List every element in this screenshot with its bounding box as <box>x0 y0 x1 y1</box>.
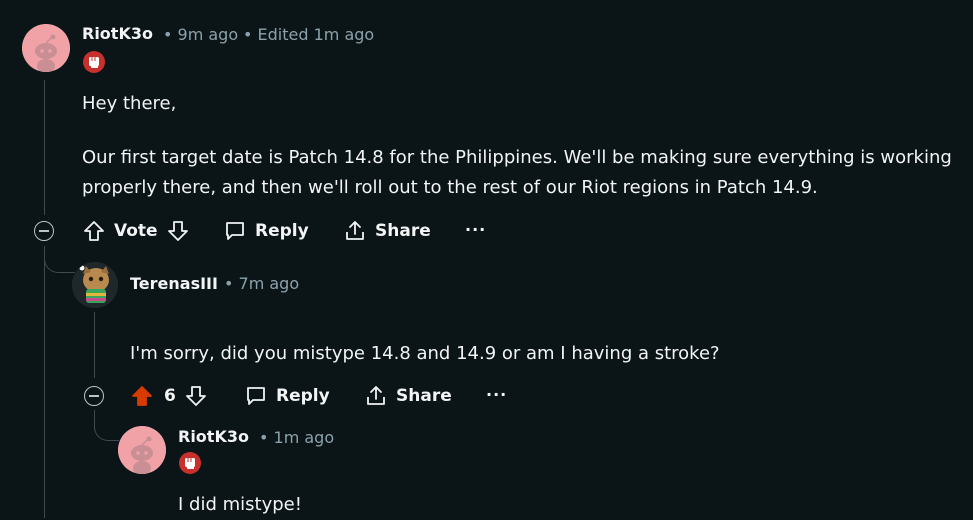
comment-timestamp[interactable]: • 9m ago <box>163 25 238 44</box>
reply-label: Reply <box>276 386 330 406</box>
more-options-button[interactable]: ··· <box>486 385 507 404</box>
share-label: Share <box>396 386 452 406</box>
thread-branch-to-reply-2 <box>94 410 119 441</box>
share-label: Share <box>375 221 431 241</box>
avatar[interactable] <box>22 24 70 72</box>
reply-label: Reply <box>255 221 309 241</box>
fist-icon <box>185 458 195 469</box>
share-icon <box>367 386 385 405</box>
vote-group: 6 <box>130 384 208 408</box>
comment-body-line: properly there, and then we'll roll out … <box>82 177 818 198</box>
comment-edited-label: • Edited 1m ago <box>243 25 375 44</box>
share-button[interactable]: Share <box>364 384 452 408</box>
snoo-avatar-icon <box>118 426 166 474</box>
share-icon <box>346 221 364 240</box>
custom-snoo-avatar-icon <box>72 262 118 308</box>
downvote-icon[interactable] <box>166 219 190 243</box>
comment-author[interactable]: RiotK3o <box>178 427 249 446</box>
upvote-icon[interactable] <box>82 219 106 243</box>
upvote-active-icon[interactable] <box>130 384 154 408</box>
comment-body-line: I did mistype! <box>178 494 302 515</box>
comment-timestamp[interactable]: • 7m ago <box>224 274 299 293</box>
avatar[interactable] <box>118 426 166 474</box>
comment-body-line: Our first target date is Patch 14.8 for … <box>82 147 952 168</box>
user-flair-badge <box>179 452 201 474</box>
collapse-thread-button[interactable] <box>84 386 104 406</box>
fist-icon <box>89 57 99 68</box>
thread-line-root-continued[interactable] <box>44 246 45 518</box>
thread-line-root[interactable] <box>44 80 45 215</box>
comment-timestamp[interactable]: • 1m ago <box>259 428 334 447</box>
comment-author[interactable]: TerenasIII <box>130 274 218 293</box>
snoo-avatar-icon <box>22 24 70 72</box>
comment-author[interactable]: RiotK3o <box>82 24 153 43</box>
vote-group: Vote <box>82 219 190 243</box>
thread-line-reply-1[interactable] <box>94 312 95 378</box>
share-button[interactable]: Share <box>343 219 431 243</box>
comment-body-line: I'm sorry, did you mistype 14.8 and 14.9… <box>130 343 720 364</box>
thread-branch-to-reply-1 <box>44 250 75 273</box>
more-options-button[interactable]: ··· <box>465 220 486 239</box>
reply-button[interactable]: Reply <box>244 384 330 408</box>
user-flair-badge <box>83 51 105 73</box>
downvote-icon[interactable] <box>184 384 208 408</box>
comment-bubble-icon <box>226 222 244 240</box>
avatar[interactable] <box>72 262 118 308</box>
vote-count: 6 <box>164 386 176 406</box>
collapse-thread-button[interactable] <box>34 221 54 241</box>
reply-button[interactable]: Reply <box>223 219 309 243</box>
comment-body-line: Hey there, <box>82 93 177 114</box>
vote-label: Vote <box>114 221 158 241</box>
comment-bubble-icon <box>247 387 265 405</box>
